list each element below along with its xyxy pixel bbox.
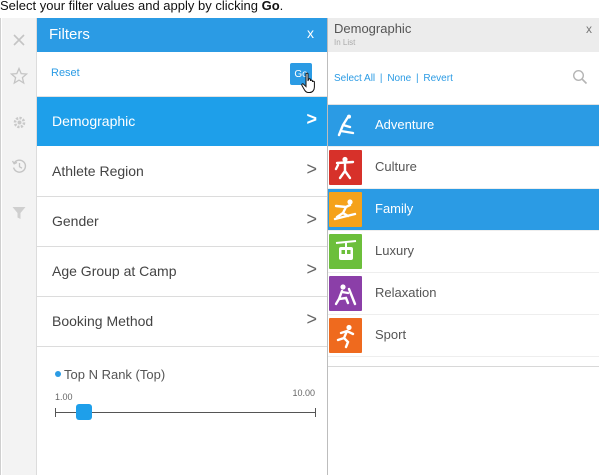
- filter-item-gender[interactable]: Gender >: [37, 197, 327, 247]
- select-all-link[interactable]: Select All: [334, 73, 375, 84]
- filter-item-label: Booking Method: [52, 313, 154, 329]
- selection-links: Select All | None | Revert: [334, 73, 453, 84]
- demographic-panel: Demographic In List x Select All | None …: [328, 18, 599, 475]
- reset-link[interactable]: Reset: [51, 67, 80, 79]
- slider-max-label: 10.00: [292, 388, 315, 398]
- list-divider: [328, 366, 599, 367]
- option-culture[interactable]: Culture: [328, 147, 599, 189]
- app-frame: Filters x Reset Go Demographic > Athlete…: [0, 18, 599, 475]
- luxury-icon: [329, 234, 362, 269]
- option-label: Adventure: [375, 117, 435, 132]
- dot-icon: [55, 371, 61, 377]
- history-icon[interactable]: [2, 144, 36, 188]
- option-label: Sport: [375, 327, 407, 342]
- chevron-right-icon: >: [306, 209, 317, 229]
- hand-cursor-icon: [301, 72, 315, 93]
- gear-icon[interactable]: [2, 100, 36, 144]
- demographic-close-button[interactable]: x: [586, 22, 592, 36]
- revert-link[interactable]: Revert: [423, 73, 452, 84]
- filter-item-label: Gender: [52, 213, 99, 229]
- option-adventure[interactable]: Adventure: [328, 105, 599, 147]
- separator: |: [379, 73, 383, 84]
- slider-track-end: [315, 408, 316, 417]
- filter-item-demographic[interactable]: Demographic >: [37, 97, 327, 146]
- filter-item-age-group[interactable]: Age Group at Camp >: [37, 247, 327, 297]
- filter-item-label: Age Group at Camp: [52, 263, 177, 279]
- funnel-icon[interactable]: [2, 191, 36, 235]
- filter-item-athlete-region[interactable]: Athlete Region >: [37, 147, 327, 197]
- demographic-header: Demographic In List x: [328, 18, 599, 52]
- filters-title: Filters: [49, 26, 90, 43]
- instruction-emphasis: Go: [261, 0, 280, 13]
- search-icon[interactable]: [572, 69, 588, 85]
- sport-icon: [329, 318, 362, 353]
- demographic-title: Demographic: [334, 21, 412, 36]
- demographic-subtitle: In List: [334, 38, 356, 47]
- filters-header: Filters x: [37, 18, 327, 52]
- option-relaxation[interactable]: Relaxation: [328, 273, 599, 315]
- culture-icon: [329, 150, 362, 185]
- star-icon[interactable]: [2, 54, 36, 98]
- slider-title-text: Top N Rank (Top): [64, 367, 166, 382]
- option-label: Relaxation: [375, 285, 437, 300]
- option-sport[interactable]: Sport: [328, 315, 599, 357]
- filters-actions: Reset Go: [37, 52, 327, 97]
- filter-item-label: Athlete Region: [52, 163, 144, 179]
- chevron-right-icon: >: [306, 109, 317, 129]
- option-family[interactable]: Family: [328, 189, 599, 231]
- relaxation-icon: [329, 276, 362, 311]
- slider-track-start: [55, 408, 56, 417]
- adventure-icon: [329, 108, 362, 143]
- filters-panel: Filters x Reset Go Demographic > Athlete…: [37, 18, 328, 475]
- option-label: Family: [375, 201, 414, 216]
- slider-title: Top N Rank (Top): [55, 367, 165, 382]
- separator: |: [416, 73, 419, 84]
- family-icon: [329, 192, 362, 227]
- instruction-text-after: .: [279, 0, 284, 13]
- option-luxury[interactable]: Luxury: [328, 231, 599, 273]
- filters-close-button[interactable]: x: [307, 25, 314, 41]
- filter-item-label: Demographic: [52, 113, 136, 129]
- chevron-right-icon: >: [306, 259, 317, 279]
- chevron-right-icon: >: [306, 309, 317, 329]
- slider-min-label: 1.00: [55, 392, 73, 402]
- icon-rail: [2, 18, 37, 475]
- chevron-right-icon: >: [306, 159, 317, 179]
- instruction-text-before: Select your filter values and apply by c…: [0, 0, 262, 13]
- demographic-actions: Select All | None | Revert: [328, 52, 599, 105]
- select-none-link[interactable]: None: [387, 73, 411, 84]
- filter-item-booking-method[interactable]: Booking Method >: [37, 297, 327, 347]
- slider-track[interactable]: [55, 412, 316, 413]
- instruction-text: Select your filter values and apply by c…: [0, 0, 599, 18]
- option-label: Luxury: [375, 243, 415, 258]
- option-label: Culture: [375, 159, 417, 174]
- slider-handle[interactable]: [76, 404, 92, 420]
